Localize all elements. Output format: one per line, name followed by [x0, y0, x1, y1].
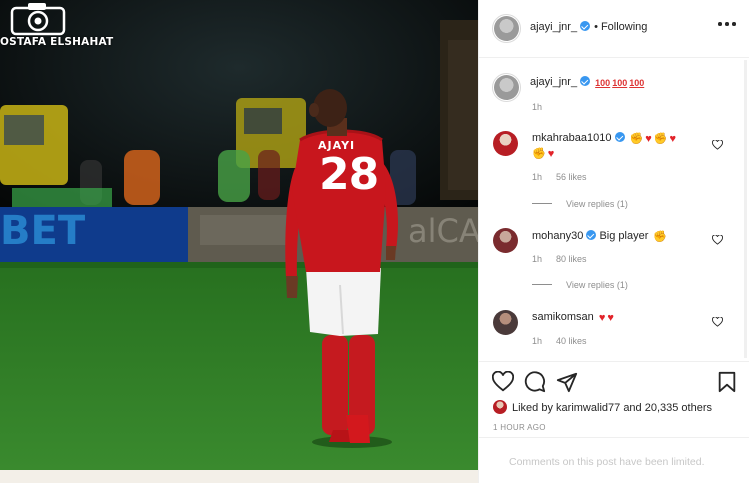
verified-badge-icon: [580, 76, 591, 86]
red-heart-emoji-icon: ♥: [547, 148, 555, 160]
comment-body: Big player: [599, 230, 649, 242]
comment-meta: 1h 56 likes: [532, 172, 587, 182]
liked-by-line: Liked by karimwalid77 and 20,335 others: [493, 400, 712, 414]
comment-likes[interactable]: 80 likes: [556, 254, 587, 264]
comment-text: mkahrabaa1010 ✊ ♥ ✊ ♥: [532, 132, 676, 145]
flex-emoji-icon: ✊: [629, 133, 644, 145]
like-comment-heart-icon[interactable]: [712, 140, 723, 150]
like-comment-heart-icon[interactable]: [712, 235, 723, 245]
caption-avatar[interactable]: [494, 75, 519, 100]
caption-text: ajayi_jnr_ 100 100 100: [530, 76, 644, 89]
ad-board-right-text: alCA: [408, 212, 478, 250]
liker-avatar[interactable]: [493, 400, 507, 414]
share-icon[interactable]: [556, 371, 578, 393]
author-avatar[interactable]: [494, 16, 519, 41]
liked-by-user[interactable]: karimwalid77: [556, 402, 620, 414]
comment-username[interactable]: samikomsan: [532, 311, 594, 323]
ad-board-left-text: BET: [0, 208, 86, 254]
hundred-emoji-icon: 100: [629, 78, 645, 88]
comments-limited-notice: Comments on this post have been limited.: [479, 437, 749, 483]
verified-badge-icon: [580, 21, 591, 31]
comment-username[interactable]: mkahrabaa1010: [532, 132, 612, 144]
view-replies-button[interactable]: View replies (1): [532, 199, 628, 209]
red-heart-emoji-icon: ♥: [669, 133, 677, 145]
comment-username[interactable]: mohany30: [532, 230, 583, 242]
comment-icon[interactable]: [524, 371, 546, 393]
post-actions: Liked by karimwalid77 and 20,335 others …: [479, 361, 749, 437]
photographer-watermark: OSTAFA ELSHAHAT: [0, 0, 113, 54]
comment-meta: 1h 80 likes: [532, 254, 587, 264]
comments-scrollbar[interactable]: [744, 60, 747, 358]
caption-time: 1h: [532, 102, 542, 112]
view-replies-button[interactable]: View replies (1): [532, 280, 628, 290]
header-separator: •: [594, 21, 598, 33]
red-heart-emoji-icon: ♥: [607, 312, 614, 324]
comment-time[interactable]: 1h: [532, 336, 542, 346]
red-heart-emoji-icon: ♥: [645, 133, 652, 145]
flex-emoji-icon: ✊: [653, 133, 668, 145]
heart-outline-icon[interactable]: [492, 371, 514, 393]
comment-time[interactable]: 1h: [532, 172, 542, 182]
like-comment-heart-icon[interactable]: [712, 317, 723, 327]
comment-avatar[interactable]: [493, 131, 518, 156]
verified-badge-icon: [614, 132, 625, 142]
following-button[interactable]: Following: [601, 21, 647, 33]
comment-text: mohany30 Big player ✊: [532, 230, 667, 243]
comments-list: ajayi_jnr_ 100 100 100 1h mkahrabaa1010 ✊ ♥…: [479, 59, 749, 361]
comments-limited-text: Comments on this post have been limited.: [509, 456, 705, 468]
hundred-emoji-icon: 100: [595, 78, 611, 88]
verified-badge-icon: [586, 230, 597, 240]
comment-avatar[interactable]: [493, 228, 518, 253]
post-side-panel: ajayi_jnr_ • Following ajayi_jnr_ 100 100 10…: [478, 0, 749, 483]
comment-time[interactable]: 1h: [532, 254, 542, 264]
hundred-emoji-icon: 100: [612, 78, 628, 88]
jersey-number: 28: [319, 149, 379, 200]
post-photo[interactable]: AJAYI 28 BET alCA OSTAFA ELSHAHAT: [0, 0, 478, 470]
more-options-icon[interactable]: [718, 21, 736, 27]
liked-by-prefix: Liked by: [512, 402, 553, 414]
liked-by-and: and: [623, 402, 642, 414]
post-header: ajayi_jnr_ • Following: [479, 0, 749, 58]
watermark-text: OSTAFA ELSHAHAT: [0, 36, 114, 48]
post-timestamp[interactable]: 1 HOUR AGO: [493, 423, 546, 432]
bookmark-icon[interactable]: [716, 371, 738, 393]
liked-by-others[interactable]: 20,335 others: [645, 402, 712, 414]
comment-likes[interactable]: 56 likes: [556, 172, 587, 182]
comment-text-line2: ✊ ♥: [532, 147, 554, 160]
comment-avatar[interactable]: [493, 310, 518, 335]
flex-emoji-icon: ✊: [532, 148, 546, 160]
camera-logo-icon: [10, 3, 66, 36]
red-heart-emoji-icon: ♥: [598, 312, 606, 324]
caption-time-text[interactable]: 1h: [532, 102, 542, 112]
flex-emoji-icon: ✊: [653, 231, 668, 243]
instagram-post-view: AJAYI 28 BET alCA OSTAFA ELSHAHAT ajayi_…: [0, 0, 749, 483]
caption-username[interactable]: ajayi_jnr_: [530, 76, 577, 88]
comment-text: samikomsan ♥ ♥: [532, 311, 614, 324]
comment-meta: 1h 40 likes: [532, 336, 587, 346]
author-username-line: ajayi_jnr_ • Following: [530, 21, 647, 33]
author-username[interactable]: ajayi_jnr_: [530, 21, 577, 33]
comment-likes[interactable]: 40 likes: [556, 336, 587, 346]
